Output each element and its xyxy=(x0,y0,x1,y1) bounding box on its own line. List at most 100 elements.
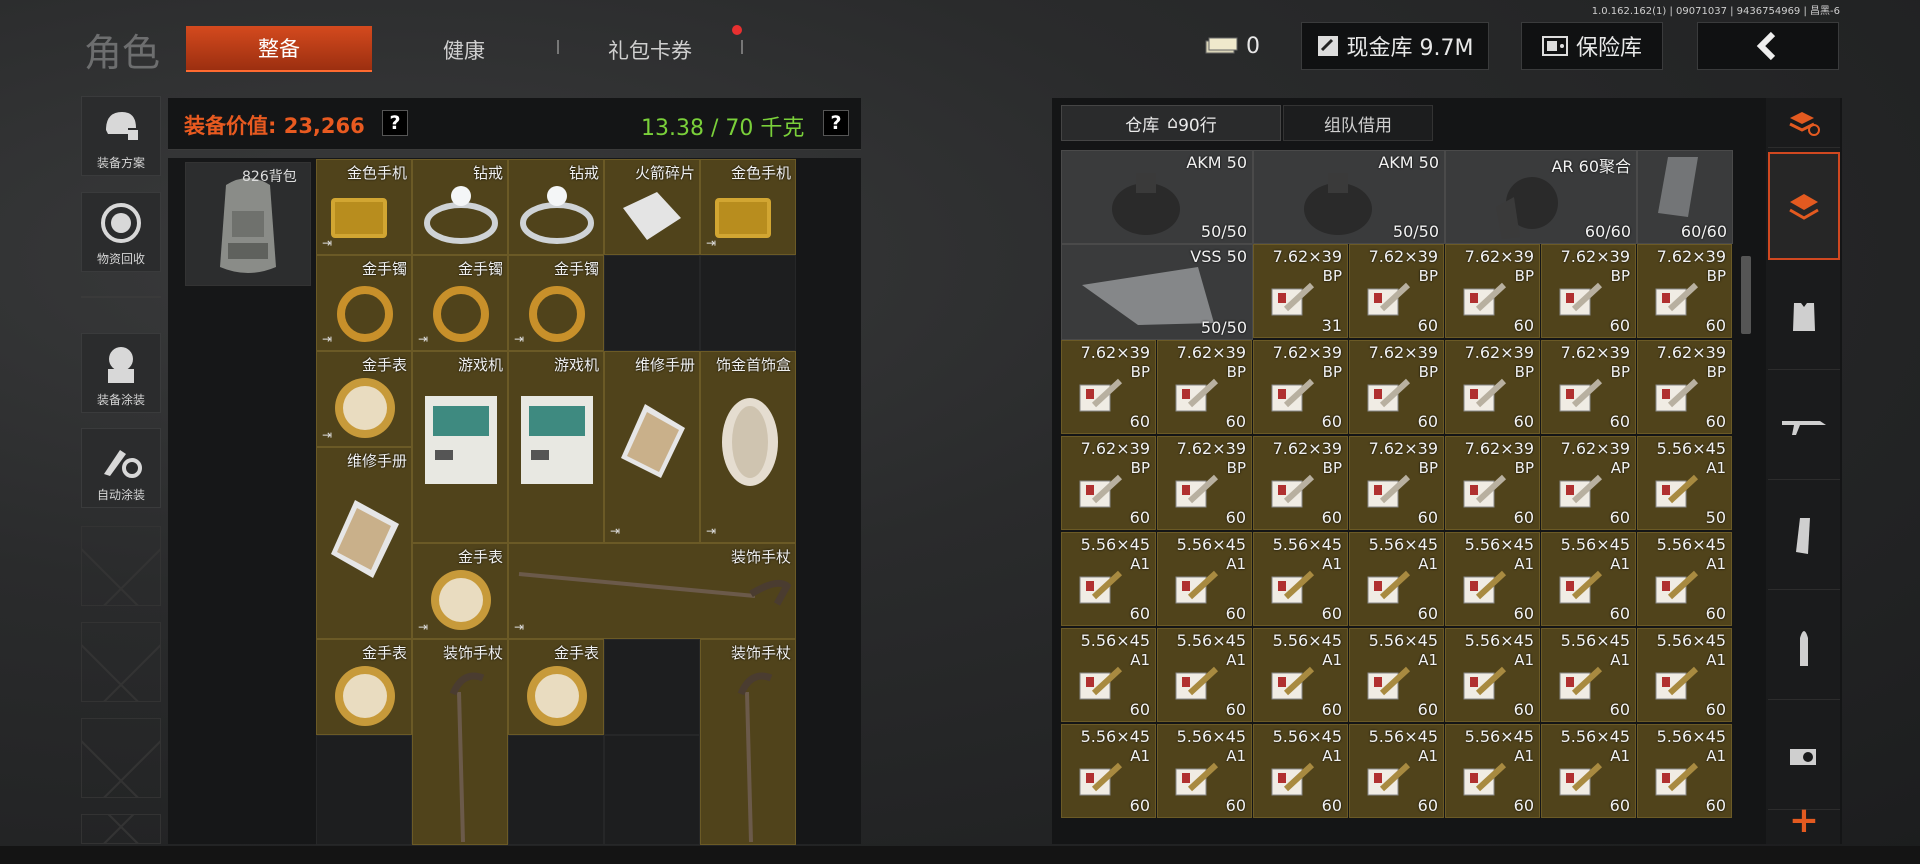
item-gold-watch[interactable]: 金手表 ⇥ xyxy=(316,351,412,447)
move-icon[interactable]: ⇥ xyxy=(706,524,716,538)
ammo-item[interactable]: 5.56×45 A1 60 xyxy=(1157,532,1252,626)
empty-slot[interactable] xyxy=(508,735,604,845)
item-magazine[interactable]: AKM 50 50/50 xyxy=(1061,150,1253,244)
move-icon[interactable]: ⇥ xyxy=(322,332,332,346)
category-all[interactable] xyxy=(1768,152,1840,260)
ammo-item[interactable]: 5.56×45 A1 60 xyxy=(1061,724,1156,818)
category-magazine[interactable] xyxy=(1768,482,1840,590)
item-game-console[interactable]: 游戏机 xyxy=(412,351,508,543)
ammo-item[interactable]: 7.62×39 BP 60 xyxy=(1637,244,1732,338)
safe-button[interactable]: 保险库 xyxy=(1521,22,1663,70)
empty-slot[interactable] xyxy=(604,639,700,735)
item-gold-bracelet[interactable]: 金手镯 ⇥ xyxy=(412,255,508,351)
ammo-item[interactable]: 7.62×39 BP 60 xyxy=(1061,340,1156,434)
item-magazine[interactable]: AKM 50 50/50 xyxy=(1253,150,1445,244)
back-button[interactable] xyxy=(1697,22,1839,70)
ammo-item[interactable]: 7.62×39 BP 60 xyxy=(1349,244,1444,338)
ammo-item[interactable]: 5.56×45 A1 60 xyxy=(1445,532,1540,626)
item-jewelry-box[interactable]: 饰金首饰盒 ⇥ xyxy=(700,351,796,543)
item-gold-watch[interactable]: 金手表 xyxy=(316,639,412,735)
ammo-item[interactable]: 5.56×45 A1 60 xyxy=(1349,628,1444,722)
ammo-item[interactable]: 5.56×45 A1 60 xyxy=(1253,724,1348,818)
ammo-item[interactable]: 5.56×45 A1 60 xyxy=(1445,724,1540,818)
ammo-item[interactable]: 7.62×39 BP 60 xyxy=(1157,436,1252,530)
empty-slot[interactable] xyxy=(604,735,700,845)
weight-help-button[interactable]: ? xyxy=(823,110,849,136)
tab-warehouse[interactable]: 仓库 ⌂ 90行 xyxy=(1061,105,1281,141)
empty-slot[interactable] xyxy=(604,255,700,351)
move-icon[interactable]: ⇥ xyxy=(418,332,428,346)
tab-equip[interactable]: 整备 xyxy=(186,26,372,72)
sort-button[interactable] xyxy=(1768,98,1840,148)
ammo-item[interactable]: 7.62×39 BP 60 xyxy=(1061,436,1156,530)
category-rifle[interactable] xyxy=(1768,372,1840,480)
ammo-item[interactable]: 5.56×45 A1 60 xyxy=(1061,532,1156,626)
sidebar-item-skin[interactable]: 装备涂装 xyxy=(81,333,161,413)
item-gold-watch[interactable]: 金手表 ⇥ xyxy=(412,543,508,639)
ammo-item[interactable]: 5.56×45 A1 60 xyxy=(1157,628,1252,722)
ammo-item[interactable]: 7.62×39 BP 60 xyxy=(1541,340,1636,434)
sidebar-item-recycle[interactable]: 物资回收 xyxy=(81,192,161,272)
item-gold-bracelet[interactable]: 金手镯 ⇥ xyxy=(316,255,412,351)
item-gold-phone[interactable]: 金色手机 ⇥ xyxy=(700,159,796,255)
ammo-item[interactable]: 5.56×45 A1 60 xyxy=(1253,628,1348,722)
ammo-item[interactable]: 5.56×45 A1 60 xyxy=(1157,724,1252,818)
ammo-item[interactable]: 7.62×39 BP 60 xyxy=(1253,436,1348,530)
ammo-item[interactable]: 7.62×39 BP 60 xyxy=(1445,340,1540,434)
ammo-item[interactable]: 5.56×45 A1 60 xyxy=(1541,724,1636,818)
ammo-item[interactable]: 5.56×45 A1 60 xyxy=(1541,628,1636,722)
ammo-item[interactable]: 7.62×39 AP 60 xyxy=(1541,436,1636,530)
ammo-item[interactable]: 7.62×39 BP 31 xyxy=(1253,244,1348,338)
tab-team-borrow[interactable]: 组队借用 xyxy=(1283,105,1433,141)
move-icon[interactable]: ⇥ xyxy=(418,620,428,634)
sidebar-item-autoskin[interactable]: 自动涂装 xyxy=(81,428,161,508)
ammo-item[interactable]: 7.62×39 BP 60 xyxy=(1157,340,1252,434)
item-gold-phone[interactable]: 金色手机 ⇥ xyxy=(316,159,412,255)
help-button[interactable]: ? xyxy=(382,110,408,136)
move-icon[interactable]: ⇥ xyxy=(610,524,620,538)
move-icon[interactable]: ⇥ xyxy=(322,236,332,250)
item-game-console[interactable]: 游戏机 xyxy=(508,351,604,543)
ammo-item[interactable]: 7.62×39 BP 60 xyxy=(1541,244,1636,338)
move-icon[interactable]: ⇥ xyxy=(322,428,332,442)
item-repair-manual[interactable]: 维修手册 ⇥ xyxy=(604,351,700,543)
ammo-item[interactable]: 5.56×45 A1 60 xyxy=(1445,628,1540,722)
item-walking-cane[interactable]: 装饰手杖 xyxy=(412,639,508,845)
ammo-item[interactable]: 5.56×45 A1 50 xyxy=(1637,436,1732,530)
item-rocket-shard[interactable]: 火箭碎片 xyxy=(604,159,700,255)
item-gold-watch[interactable]: 金手表 xyxy=(508,639,604,735)
ammo-item[interactable]: 5.56×45 A1 60 xyxy=(1637,532,1732,626)
ammo-item[interactable]: 5.56×45 A1 60 xyxy=(1637,724,1732,818)
category-ammo[interactable] xyxy=(1768,592,1840,700)
ammo-item[interactable]: 7.62×39 BP 60 xyxy=(1253,340,1348,434)
item-repair-manual[interactable]: 维修手册 xyxy=(316,447,412,639)
tab-gift[interactable]: 礼包卡券 xyxy=(570,30,730,70)
item-walking-cane[interactable]: 装饰手杖 xyxy=(700,639,796,845)
cash-counter[interactable]: 0 xyxy=(1196,22,1268,70)
empty-slot[interactable] xyxy=(700,255,796,351)
ammo-item[interactable]: 7.62×39 BP 60 xyxy=(1445,436,1540,530)
warehouse-scrollbar[interactable] xyxy=(1741,256,1751,334)
item-diamond-ring[interactable]: 钻戒 xyxy=(508,159,604,255)
ammo-item[interactable]: 5.56×45 A1 60 xyxy=(1253,532,1348,626)
item-gold-bracelet[interactable]: 金手镯 ⇥ xyxy=(508,255,604,351)
item-diamond-ring[interactable]: 钻戒 xyxy=(412,159,508,255)
ammo-item[interactable]: 7.62×39 BP 60 xyxy=(1637,340,1732,434)
ammo-item[interactable]: 7.62×39 BP 60 xyxy=(1349,436,1444,530)
item-magazine[interactable]: AR 60聚合 60/60 xyxy=(1445,150,1637,244)
category-armor[interactable] xyxy=(1768,262,1840,370)
ammo-item[interactable]: 5.56×45 A1 60 xyxy=(1349,724,1444,818)
ammo-item[interactable]: 7.62×39 BP 60 xyxy=(1445,244,1540,338)
ammo-item[interactable]: 5.56×45 A1 60 xyxy=(1541,532,1636,626)
category-attachment[interactable] xyxy=(1768,702,1840,810)
move-icon[interactable]: ⇥ xyxy=(514,620,524,634)
move-icon[interactable]: ⇥ xyxy=(514,332,524,346)
item-magazine[interactable]: 60/60 xyxy=(1637,150,1733,244)
empty-slot[interactable] xyxy=(316,735,412,845)
ammo-item[interactable]: 7.62×39 BP 60 xyxy=(1349,340,1444,434)
item-walking-cane[interactable]: 装饰手杖 ⇥ xyxy=(508,543,796,639)
tab-health[interactable]: 健康 xyxy=(384,30,544,70)
item-magazine[interactable]: VSS 50 50/50 xyxy=(1061,244,1253,340)
sidebar-item-loadout[interactable]: 装备方案 xyxy=(81,96,161,176)
ammo-item[interactable]: 5.56×45 A1 60 xyxy=(1061,628,1156,722)
